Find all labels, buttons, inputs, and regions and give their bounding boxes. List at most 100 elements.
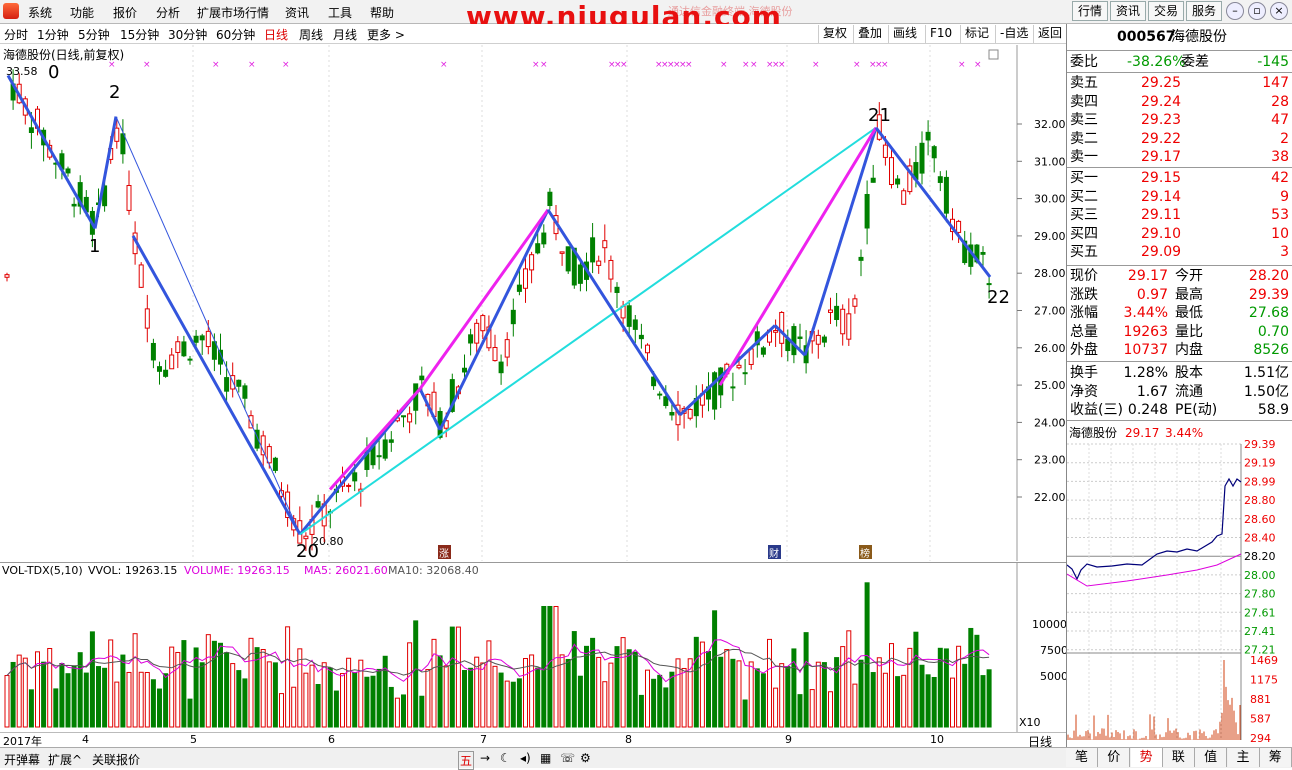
volume-bar (425, 669, 431, 728)
volume-bar (28, 689, 34, 728)
trade-button[interactable]: 交易 (1148, 1, 1184, 21)
period-60min[interactable]: 60分钟 (216, 26, 255, 43)
menu-tools[interactable]: 工具 (328, 4, 352, 21)
tool-draw[interactable]: 画线 (888, 25, 917, 43)
period-weekly[interactable]: 周线 (299, 26, 323, 43)
menu-news[interactable]: 资讯 (285, 4, 309, 21)
volume-bar (681, 667, 687, 728)
market-button[interactable]: 行情 (1072, 1, 1108, 21)
volume-bar (748, 661, 754, 728)
extend-toggle[interactable]: 扩展^ (48, 751, 82, 768)
period-15min[interactable]: 15分钟 (120, 26, 159, 43)
panel-tab-1[interactable]: 价 (1098, 748, 1131, 767)
panel-tab-0[interactable]: 笔 (1066, 748, 1098, 767)
period-more[interactable]: 更多 > (367, 26, 405, 43)
panel-tab-5[interactable]: 主 (1227, 748, 1260, 767)
intraday-mini-chart[interactable]: 海德股份 29.17 3.44% 29.39 29.19 28.99 28.80 28.… (1067, 424, 1292, 746)
panel-tab-6[interactable]: 筹 (1259, 748, 1292, 767)
danmaku-toggle[interactable]: 开弹幕 (4, 751, 40, 768)
phone-icon[interactable]: ☏ (560, 751, 575, 765)
news-button[interactable]: 资讯 (1110, 1, 1146, 21)
service-button[interactable]: 服务 (1186, 1, 1222, 21)
volume-bar (492, 665, 498, 728)
ask-row[interactable]: 卖三 29.23 47 (1067, 111, 1292, 129)
candle-body (760, 347, 766, 355)
menu-system[interactable]: 系统 (28, 4, 52, 21)
price-tick-label: 24.00 (1034, 416, 1066, 429)
mini-price-tick: 27.80 (1244, 588, 1276, 601)
five-icon[interactable]: 五 (458, 751, 475, 770)
volume-bar (352, 672, 358, 728)
signal-marker: × (620, 60, 628, 70)
order-volume: 3 (1280, 244, 1289, 261)
minimize-icon[interactable]: – (1226, 2, 1244, 20)
app-logo-icon[interactable] (3, 3, 19, 19)
candle-body (864, 194, 870, 229)
stat-label: 净资 (1070, 383, 1098, 400)
ask-row[interactable]: 卖四 29.24 28 (1067, 93, 1292, 111)
period-5min[interactable]: 5分钟 (78, 26, 110, 43)
bid-row[interactable]: 买三 29.11 53 (1067, 206, 1292, 224)
period-monthly[interactable]: 月线 (333, 26, 357, 43)
menu-analysis[interactable]: 分析 (156, 4, 180, 21)
volume-bar (376, 668, 382, 728)
close-icon[interactable]: × (1270, 2, 1288, 20)
period-daily[interactable]: 日线 (264, 26, 288, 43)
signal-marker: × (812, 60, 820, 70)
volume-bar (608, 662, 614, 728)
panel-tab-4[interactable]: 值 (1195, 748, 1228, 767)
bid-row[interactable]: 买五 29.09 3 (1067, 243, 1292, 261)
volume-bar (760, 673, 766, 728)
volume-bar (791, 648, 797, 728)
tool-mark[interactable]: 标记 (960, 25, 989, 43)
signal-marker: × (974, 60, 982, 70)
volume-bar (785, 666, 791, 728)
bid-row[interactable]: 买一 29.15 42 (1067, 169, 1292, 187)
volume-bar (364, 676, 370, 728)
candle-body (638, 334, 644, 340)
ask-row[interactable]: 卖二 29.22 2 (1067, 130, 1292, 148)
moon-icon[interactable]: ☾ (500, 751, 511, 765)
panel-tab-3[interactable]: 联 (1162, 748, 1195, 767)
menu-function[interactable]: 功能 (70, 4, 94, 21)
restore-icon[interactable]: ▫ (1248, 2, 1266, 20)
volume-bar (431, 638, 437, 728)
date-axis: 2017年 4 5 6 7 8 9 10 日线 (0, 732, 1066, 749)
related-quotes-button[interactable]: 关联报价 (92, 751, 140, 768)
period-30min[interactable]: 30分钟 (168, 26, 207, 43)
bid-row[interactable]: 买二 29.14 9 (1067, 188, 1292, 206)
tool-overlay[interactable]: 叠加 (853, 25, 882, 43)
menu-quote[interactable]: 报价 (113, 4, 137, 21)
volume-bar (291, 686, 297, 728)
candle-body (71, 203, 77, 207)
tool-back[interactable]: 返回 (1033, 25, 1062, 43)
volume-bar (858, 659, 864, 728)
order-price: 29.23 (1141, 112, 1182, 129)
arrow-icon[interactable]: → (480, 751, 490, 765)
menu-help[interactable]: 帮助 (370, 4, 394, 21)
period-timeshare[interactable]: 分时 (4, 26, 28, 43)
tool-watchlist[interactable]: -自选 (995, 25, 1028, 43)
tool-f10[interactable]: F10 (925, 25, 952, 43)
stat-row: 现价 29.17 今开 28.20 (1067, 267, 1292, 285)
period-1min[interactable]: 1分钟 (37, 26, 69, 43)
sound-icon[interactable]: ◂) (520, 751, 531, 765)
ask-row[interactable]: 卖一 29.17 38 (1067, 148, 1292, 166)
volume-bar (809, 689, 815, 728)
panel-tab-2[interactable]: 势 (1130, 748, 1163, 767)
menu-extended-market[interactable]: 扩展市场行情 (197, 4, 269, 21)
candle-body (419, 375, 425, 381)
settings-icon[interactable]: ⚙ (580, 751, 591, 765)
tool-adjust[interactable]: 复权 (818, 25, 847, 43)
wave-segment (6, 74, 97, 230)
volume-bar (876, 657, 882, 728)
volume-chart[interactable]: VOL-TDX(5,10) VVOL: 19263.15 VOLUME: 192… (0, 562, 1066, 732)
ask-row[interactable]: 卖五 29.25 147 (1067, 74, 1292, 92)
candle-body (272, 457, 278, 471)
candlestick-chart[interactable]: 海德股份(日线,前复权) 33.58 20.80 32.0031.0030.00… (0, 45, 1066, 561)
keyboard-icon[interactable]: ▦ (540, 751, 551, 765)
mini-chart-price: 29.17 (1125, 426, 1159, 440)
bid-row[interactable]: 买四 29.10 10 (1067, 225, 1292, 243)
chart-settings-icon[interactable] (988, 49, 999, 60)
stat-value: 29.39 (1248, 286, 1289, 303)
